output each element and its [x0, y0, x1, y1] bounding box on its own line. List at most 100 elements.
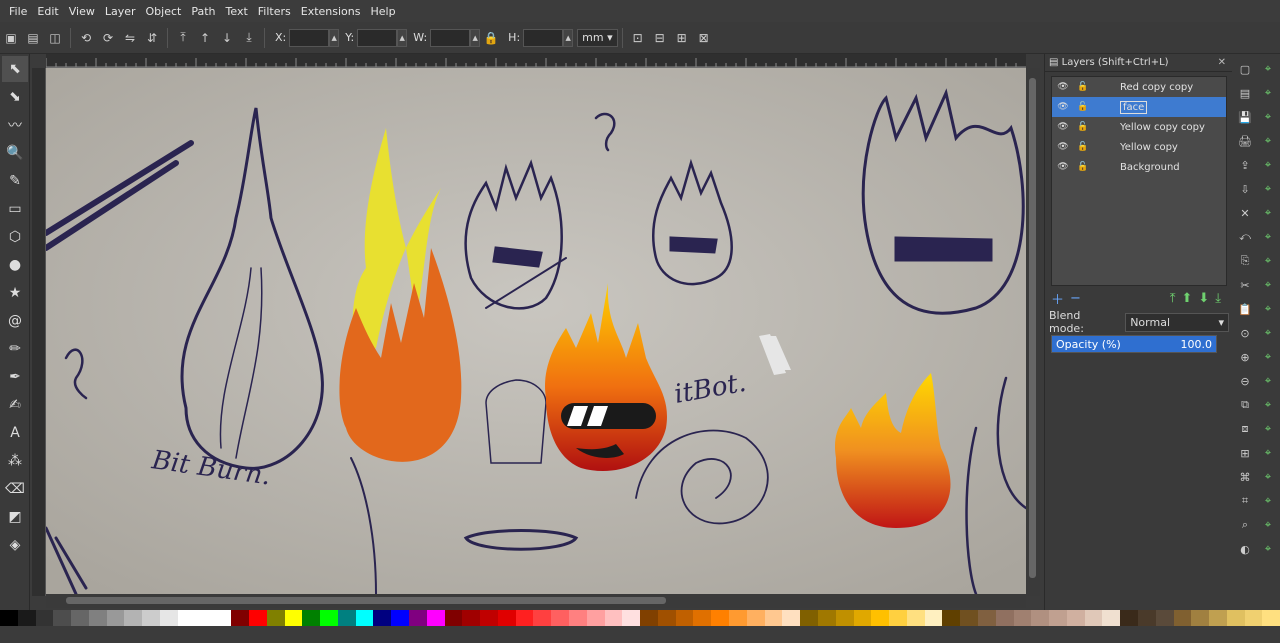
palette-swatch[interactable] [1191, 610, 1210, 626]
flip-horizontal-icon[interactable]: ⇋ [119, 27, 141, 49]
snap-icon[interactable]: ⌖ [1257, 466, 1279, 488]
unit-select[interactable]: mm ▾ [577, 28, 618, 47]
menu-file[interactable]: File [4, 5, 32, 18]
palette-swatch[interactable] [960, 610, 978, 626]
palette-swatch[interactable] [1120, 610, 1138, 626]
snap-icon[interactable]: ⌖ [1257, 490, 1279, 512]
snap-icon[interactable]: ⌖ [1257, 370, 1279, 392]
command-icon[interactable]: ⇪ [1234, 154, 1256, 176]
horizontal-scrollbar[interactable] [46, 594, 1026, 608]
raise-layer-icon[interactable]: ⬆ [1181, 291, 1192, 306]
command-icon[interactable]: ⊞ [1234, 442, 1256, 464]
palette-swatch[interactable] [711, 610, 730, 626]
palette-swatch[interactable] [1262, 610, 1280, 626]
palette-swatch[interactable] [53, 610, 72, 626]
lock-icon[interactable]: 🔓 [1076, 122, 1090, 132]
layer-row[interactable]: 👁 🔓 Yellow copy copy [1052, 117, 1226, 137]
select-all-layers-icon[interactable]: ▤ [22, 27, 44, 49]
snap-icon[interactable]: ⌖ [1257, 346, 1279, 368]
palette-swatch[interactable] [248, 610, 267, 626]
command-icon[interactable]: ⊖ [1234, 370, 1256, 392]
lower-icon[interactable]: ↓ [216, 27, 238, 49]
y-spin-icon[interactable]: ▲ [397, 28, 408, 47]
command-icon[interactable]: ◐ [1234, 538, 1256, 560]
palette-swatch[interactable] [266, 610, 285, 626]
menu-view[interactable]: View [64, 5, 100, 18]
layer-row[interactable]: 👁 🔓 Red copy copy [1052, 77, 1226, 97]
rect-icon[interactable]: ▭ [2, 196, 28, 222]
menu-path[interactable]: Path [186, 5, 220, 18]
command-icon[interactable]: ▤ [1234, 82, 1256, 104]
measure-icon[interactable]: ✎ [2, 168, 28, 194]
palette-swatch[interactable] [586, 610, 605, 626]
tweak-icon[interactable]: 〰 [2, 112, 28, 138]
lock-icon[interactable]: 🔓 [1076, 102, 1090, 112]
palette-swatch[interactable] [924, 610, 943, 626]
snap-icon[interactable]: ⌖ [1257, 394, 1279, 416]
snap-icon[interactable]: ⌖ [1257, 106, 1279, 128]
palette-swatch[interactable] [1226, 610, 1245, 626]
palette-swatch[interactable] [160, 610, 178, 626]
command-icon[interactable]: 🖨 [1234, 130, 1256, 152]
pen-icon[interactable]: ✒ [2, 364, 28, 390]
blend-mode-select[interactable]: Normal ▾ [1125, 312, 1229, 332]
drawing-canvas[interactable]: Bit Burn. itBot. [46, 68, 1026, 594]
transform-gradients-icon[interactable]: ⊞ [671, 27, 693, 49]
palette-swatch[interactable] [533, 610, 552, 626]
w-input[interactable] [430, 28, 471, 47]
eraser-icon[interactable]: ⌫ [2, 476, 28, 502]
palette-swatch[interactable] [0, 610, 18, 626]
h-spin-icon[interactable]: ▲ [563, 28, 574, 47]
menu-object[interactable]: Object [141, 5, 187, 18]
palette-swatch[interactable] [906, 610, 925, 626]
3dbox-icon[interactable]: ⬡ [2, 224, 28, 250]
ellipse-icon[interactable]: ● [2, 252, 28, 278]
palette-swatch[interactable] [320, 610, 338, 626]
snap-icon[interactable]: ⌖ [1257, 154, 1279, 176]
menu-extensions[interactable]: Extensions [296, 5, 366, 18]
palette-swatch[interactable] [782, 610, 801, 626]
palette-swatch[interactable] [800, 610, 818, 626]
command-icon[interactable]: ✂ [1234, 274, 1256, 296]
node-icon[interactable]: ⬊ [2, 84, 28, 110]
raise-to-top-icon[interactable]: ⤒ [172, 27, 194, 49]
palette-swatch[interactable] [497, 610, 516, 626]
spray-icon[interactable]: ⁂ [2, 448, 28, 474]
palette-swatch[interactable] [1244, 610, 1263, 626]
snap-icon[interactable]: ⌖ [1257, 514, 1279, 536]
snap-icon[interactable]: ⌖ [1257, 442, 1279, 464]
palette-swatch[interactable] [817, 610, 836, 626]
spiral-icon[interactable]: @ [2, 308, 28, 334]
palette-swatch[interactable] [1102, 610, 1121, 626]
snap-icon[interactable]: ⌖ [1257, 226, 1279, 248]
palette-swatch[interactable] [853, 610, 872, 626]
menu-help[interactable]: Help [365, 5, 400, 18]
scale-corners-icon[interactable]: ⊟ [649, 27, 671, 49]
snap-icon[interactable]: ⌖ [1257, 82, 1279, 104]
palette-swatch[interactable] [1049, 610, 1067, 626]
snap-icon[interactable]: ⌖ [1257, 178, 1279, 200]
eye-icon[interactable]: 👁 [1056, 102, 1070, 112]
palette-swatch[interactable] [942, 610, 961, 626]
layer-row[interactable]: 👁 🔓 Yellow copy [1052, 137, 1226, 157]
command-icon[interactable]: ⎘ [1234, 250, 1256, 272]
lock-icon[interactable]: 🔓 [1076, 82, 1090, 92]
palette-swatch[interactable] [337, 610, 356, 626]
text-icon[interactable]: A [2, 420, 28, 446]
palette-swatch[interactable] [444, 610, 463, 626]
palette-swatch[interactable] [480, 610, 498, 626]
palette-swatch[interactable] [729, 610, 747, 626]
flip-vertical-icon[interactable]: ⇵ [141, 27, 163, 49]
gradient-icon[interactable]: ◈ [2, 532, 28, 558]
palette-swatch[interactable] [426, 610, 445, 626]
palette-swatch[interactable] [746, 610, 765, 626]
lock-ratio-icon[interactable]: 🔒 [480, 27, 502, 49]
command-icon[interactable]: ⧉ [1234, 394, 1256, 416]
add-layer-icon[interactable]: ＋ [1051, 289, 1064, 308]
palette-swatch[interactable] [124, 610, 143, 626]
command-icon[interactable]: ▢ [1234, 58, 1256, 80]
palette-swatch[interactable] [391, 610, 409, 626]
calligraphy-icon[interactable]: ✍ [2, 392, 28, 418]
palette-swatch[interactable] [373, 610, 392, 626]
x-spin-icon[interactable]: ▲ [329, 28, 340, 47]
